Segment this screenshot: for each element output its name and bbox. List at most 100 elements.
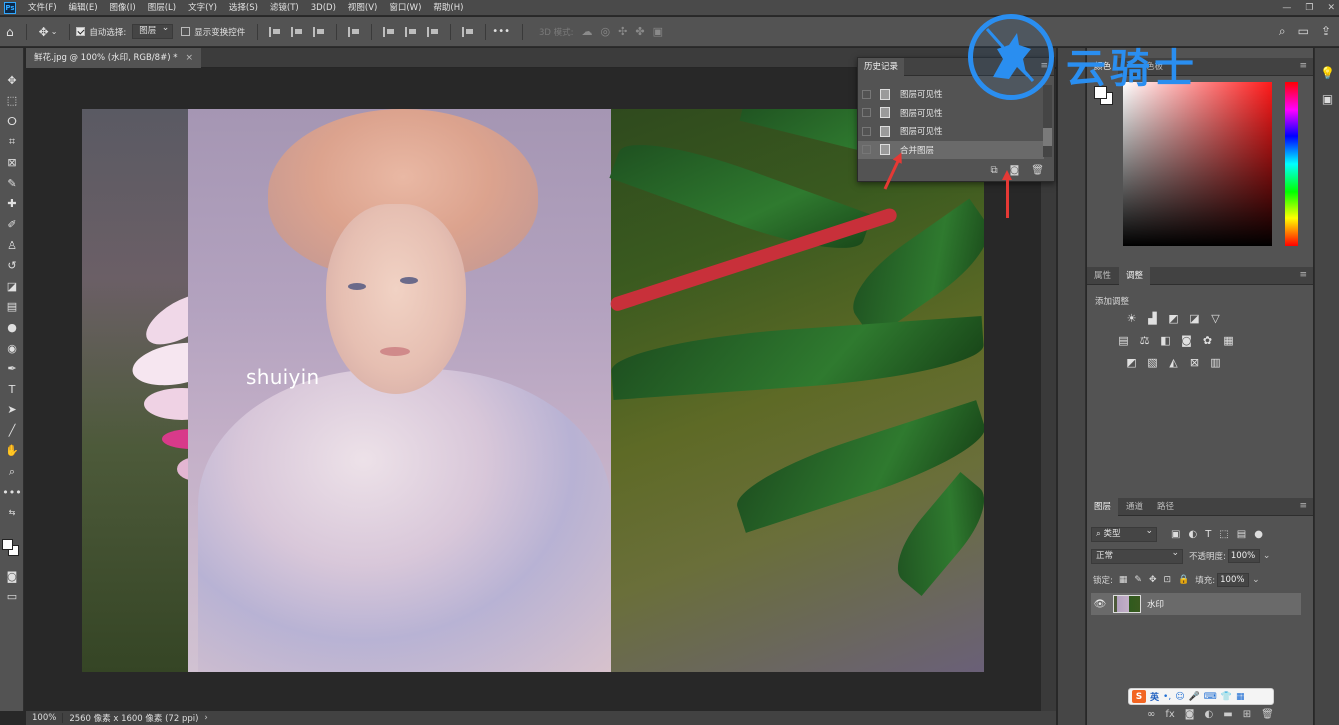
fill-input[interactable]: 100% bbox=[1217, 572, 1250, 587]
line-tool-icon[interactable]: ╱ bbox=[0, 420, 24, 441]
invert-icon[interactable]: ◩ bbox=[1125, 356, 1138, 369]
layer-row[interactable]: 👁 水印 bbox=[1091, 593, 1301, 615]
menu-file[interactable]: 文件(F) bbox=[22, 0, 63, 16]
history-tab[interactable]: 历史记录 bbox=[858, 58, 905, 76]
share-icon[interactable]: ⇪ bbox=[1321, 24, 1331, 39]
pixel-filter-icon[interactable]: ▣ bbox=[1171, 529, 1180, 540]
marquee-tool-icon[interactable]: ⬚ bbox=[0, 91, 24, 112]
history-item-active[interactable]: 合并图层 bbox=[858, 140, 1044, 159]
opacity-input[interactable]: 100% bbox=[1227, 549, 1260, 563]
align-bottom-icon[interactable] bbox=[427, 26, 439, 37]
skin-icon[interactable]: 👕 bbox=[1221, 692, 1232, 702]
color-balance-icon[interactable]: ⚖ bbox=[1138, 334, 1151, 347]
exposure-icon[interactable]: ◪ bbox=[1188, 312, 1201, 325]
hue-slider[interactable] bbox=[1285, 82, 1298, 246]
microphone-icon[interactable]: 🎤 bbox=[1189, 692, 1200, 702]
menu-type[interactable]: 文字(Y) bbox=[182, 0, 223, 16]
align-right-icon[interactable] bbox=[313, 26, 325, 37]
align-middle-v-icon[interactable] bbox=[405, 26, 417, 37]
lock-artboard-icon[interactable]: ⊡ bbox=[1163, 575, 1171, 585]
close-icon[interactable]: ✕ bbox=[1327, 0, 1335, 16]
history-item[interactable]: 图层可见性 bbox=[858, 122, 1044, 141]
brush-tool-icon[interactable]: ✐ bbox=[0, 214, 24, 235]
3d-slide-icon[interactable]: ✤ bbox=[635, 25, 644, 38]
align-center-h-icon[interactable] bbox=[291, 26, 303, 37]
trash-icon[interactable]: 🗑 bbox=[1031, 165, 1044, 176]
gradient-tool-icon[interactable]: ▤ bbox=[0, 297, 24, 318]
levels-icon[interactable]: ▟ bbox=[1146, 312, 1159, 325]
hand-tool-icon[interactable]: ✋ bbox=[0, 441, 24, 462]
home-icon[interactable]: ⌂ bbox=[6, 25, 14, 39]
sogou-logo-icon[interactable]: S bbox=[1132, 690, 1146, 703]
menu-help[interactable]: 帮助(H) bbox=[427, 0, 469, 16]
distribute-v-icon[interactable] bbox=[462, 26, 474, 37]
zoom-tool-icon[interactable]: ⌕ bbox=[0, 461, 24, 482]
workspace-icon[interactable]: ▭ bbox=[1298, 24, 1309, 39]
menu-window[interactable]: 窗口(W) bbox=[383, 0, 427, 16]
eyedropper-tool-icon[interactable]: ✎ bbox=[0, 173, 24, 194]
3d-pan-icon[interactable]: ✣ bbox=[618, 25, 627, 38]
panel-menu-icon[interactable]: ≡ bbox=[1299, 61, 1307, 71]
history-source-checkbox[interactable] bbox=[862, 89, 871, 99]
distribute-h-icon[interactable] bbox=[348, 26, 360, 37]
link-layers-icon[interactable]: ∞ bbox=[1147, 709, 1155, 720]
history-source-checkbox[interactable] bbox=[862, 108, 871, 118]
show-transform-checkbox[interactable] bbox=[181, 27, 191, 36]
menu-edit[interactable]: 编辑(E) bbox=[63, 0, 104, 16]
swap-colors-icon[interactable]: ⇆ bbox=[0, 502, 24, 523]
menu-layer[interactable]: 图层(L) bbox=[142, 0, 182, 16]
history-source-checkbox[interactable] bbox=[862, 145, 871, 155]
new-document-from-state-icon[interactable]: ⧉ bbox=[990, 165, 997, 176]
smart-object-filter-icon[interactable]: ▤ bbox=[1237, 529, 1246, 540]
selective-color-icon[interactable]: ⊠ bbox=[1188, 356, 1201, 369]
auto-select-dropdown[interactable]: 图层 bbox=[132, 22, 174, 39]
lock-pixels-icon[interactable]: ✎ bbox=[1134, 575, 1142, 585]
panel-menu-icon[interactable]: ≡ bbox=[1299, 270, 1307, 280]
black-white-icon[interactable]: ◧ bbox=[1159, 334, 1172, 347]
type-tool-icon[interactable]: T bbox=[0, 379, 24, 400]
3d-orbit-icon[interactable]: ☁ bbox=[582, 25, 593, 38]
tab-layers[interactable]: 图层 bbox=[1087, 498, 1119, 516]
move-tool-icon[interactable]: ✥ bbox=[39, 25, 49, 39]
layer-name[interactable]: 水印 bbox=[1147, 598, 1164, 610]
3d-roll-icon[interactable]: ◎ bbox=[601, 25, 611, 38]
new-adjustment-icon[interactable]: ◐ bbox=[1205, 709, 1214, 720]
color-lookup-icon[interactable]: ▦ bbox=[1222, 334, 1235, 347]
stamp-tool-icon[interactable]: ♙ bbox=[0, 235, 24, 256]
type-filter-icon[interactable]: T bbox=[1205, 529, 1211, 540]
tab-paths[interactable]: 路径 bbox=[1150, 498, 1181, 516]
photo-filter-icon[interactable]: ◙ bbox=[1180, 334, 1193, 347]
foreground-color-swatch[interactable] bbox=[2, 539, 13, 550]
ime-language[interactable]: 英 bbox=[1150, 690, 1159, 703]
keyboard-icon[interactable]: ⌨ bbox=[1204, 692, 1217, 702]
gradient-map-icon[interactable]: ▥ bbox=[1209, 356, 1222, 369]
history-source-checkbox[interactable] bbox=[862, 126, 871, 136]
curves-icon[interactable]: ◩ bbox=[1167, 312, 1180, 325]
more-tools-icon[interactable]: ••• bbox=[0, 482, 24, 503]
align-left-icon[interactable] bbox=[269, 26, 281, 37]
lasso-tool-icon[interactable]: ⵔ bbox=[0, 111, 24, 132]
lightbulb-icon[interactable]: 💡 bbox=[1315, 60, 1339, 86]
screen-mode-icon[interactable]: ▭ bbox=[0, 587, 24, 608]
adjustment-filter-icon[interactable]: ◐ bbox=[1188, 529, 1197, 540]
history-scroll-thumb[interactable] bbox=[1043, 128, 1052, 146]
restore-icon[interactable]: ❐ bbox=[1305, 0, 1313, 16]
chevron-down-icon[interactable]: ⌄ bbox=[1252, 575, 1260, 585]
menu-filter[interactable]: 滤镜(T) bbox=[264, 0, 305, 16]
filter-toggle-icon[interactable]: ● bbox=[1254, 529, 1263, 540]
quick-mask-icon[interactable]: ◙ bbox=[0, 566, 24, 587]
minimize-icon[interactable]: — bbox=[1282, 0, 1291, 16]
new-layer-icon[interactable]: ⊞ bbox=[1243, 709, 1251, 720]
foreground-color-swatch[interactable] bbox=[1094, 86, 1107, 99]
posterize-icon[interactable]: ▧ bbox=[1146, 356, 1159, 369]
frame-tool-icon[interactable]: ⊠ bbox=[0, 152, 24, 173]
crop-tool-icon[interactable]: ⌗ bbox=[0, 132, 24, 153]
lock-all-icon[interactable]: 🔒 bbox=[1178, 575, 1189, 585]
dodge-tool-icon[interactable]: ◉ bbox=[0, 338, 24, 359]
punctuation-icon[interactable]: •, bbox=[1163, 692, 1171, 702]
learn-panel-icon[interactable]: ▣ bbox=[1315, 86, 1339, 112]
pen-tool-icon[interactable]: ✒ bbox=[0, 358, 24, 379]
document-tab[interactable]: 鲜花.jpg @ 100% (水印, RGB/8#) * × bbox=[26, 48, 202, 68]
toolbox-icon[interactable]: ▦ bbox=[1236, 692, 1245, 702]
auto-select-checkbox[interactable] bbox=[76, 27, 86, 36]
